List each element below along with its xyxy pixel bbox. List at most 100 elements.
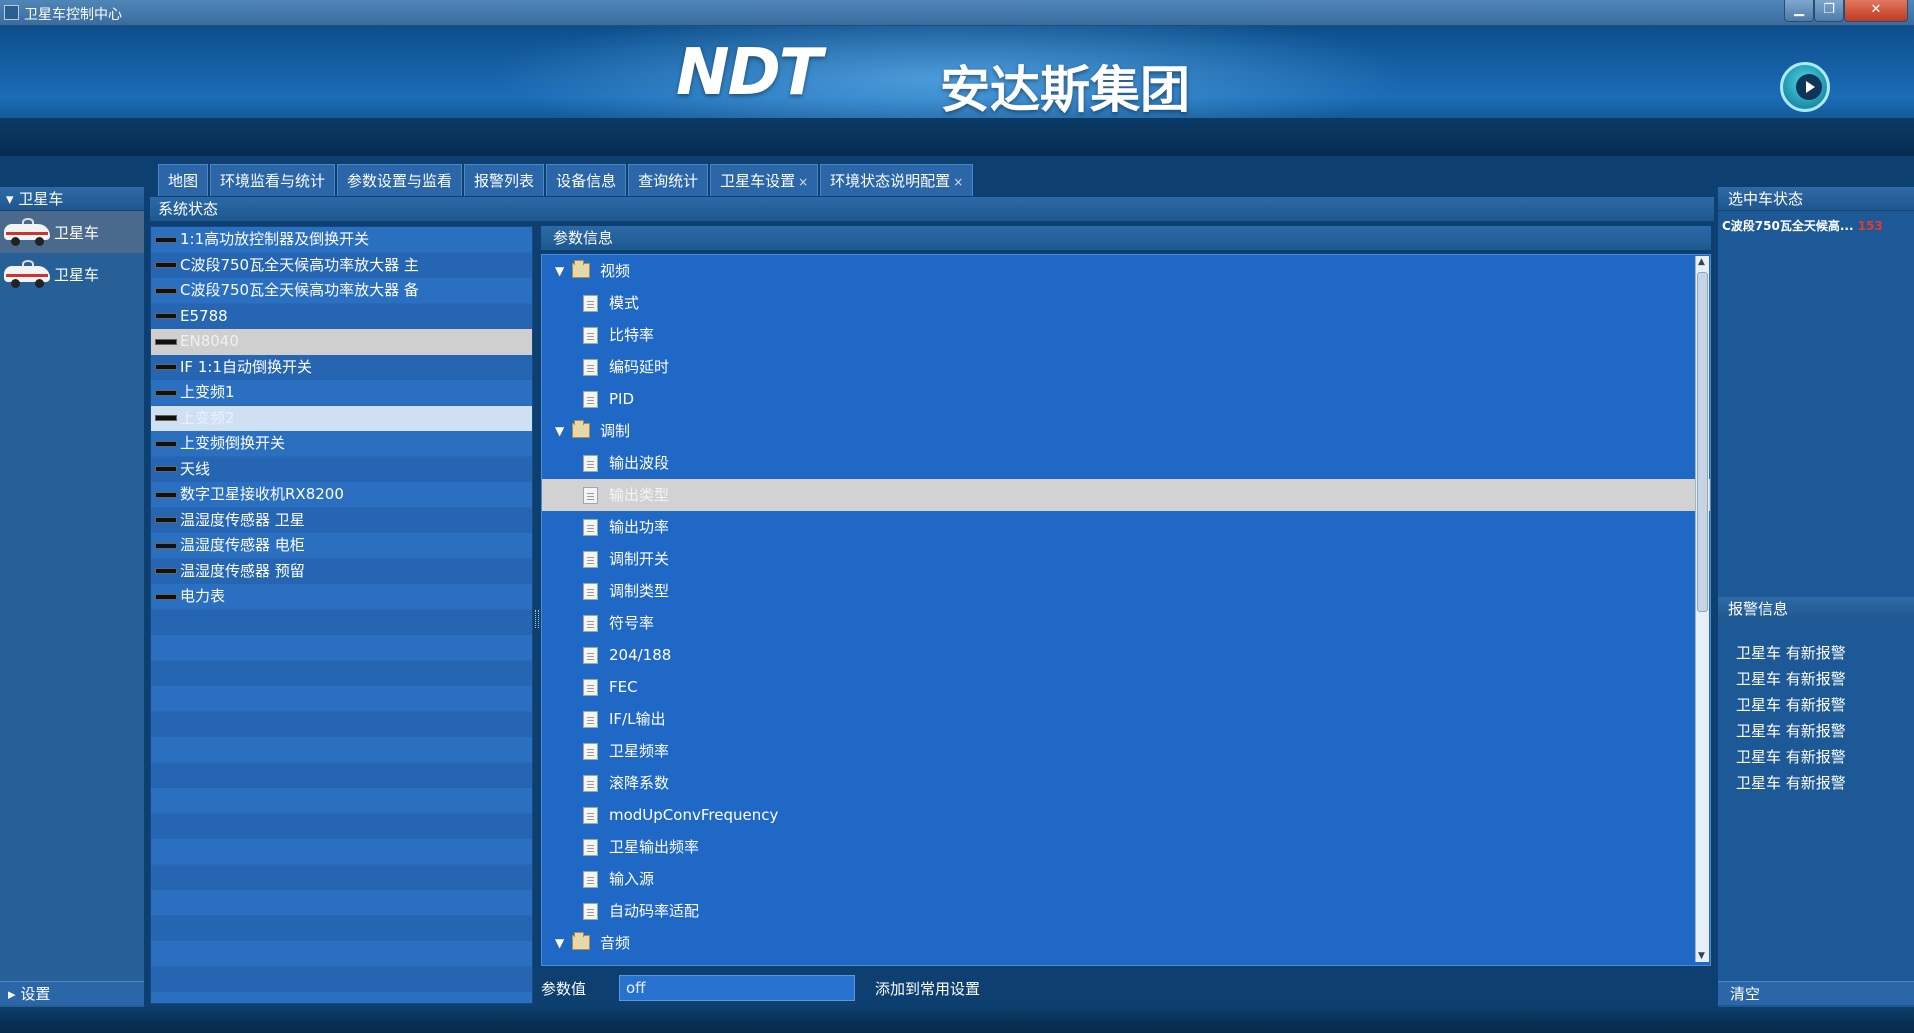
device-icon <box>155 491 177 498</box>
device-icon <box>155 517 177 523</box>
alarm-list: 卫星车 有新报警 卫星车 有新报警 卫星车 有新报警 卫星车 有新报警 卫星车 有新报警… <box>1736 640 1906 796</box>
settings-section-toggle[interactable]: ▸ 设置 <box>0 981 144 1005</box>
selected-status-text: C波段750瓦全天候高... <box>1722 219 1854 233</box>
panel-splitter-handle[interactable] <box>535 610 539 628</box>
close-button[interactable]: ✕ <box>1844 0 1908 22</box>
play-icon[interactable] <box>1780 62 1830 112</box>
tab-label: 参数设置与监看 <box>347 172 453 190</box>
device-item[interactable]: IF 1:1自动倒换开关 <box>151 355 532 381</box>
tab-4[interactable]: 设备信息 <box>546 164 627 196</box>
param-item[interactable]: 自动码率适配 <box>542 895 1710 927</box>
param-item[interactable]: 卫星频率 <box>542 735 1710 767</box>
device-item[interactable]: C波段750瓦全天候高功率放大器 备 <box>151 278 532 304</box>
param-item[interactable]: modUpConvFrequency <box>542 799 1710 831</box>
param-group[interactable]: ▼ 视频 <box>542 255 1710 287</box>
device-item[interactable]: C波段750瓦全天候高功率放大器 主 <box>151 253 532 279</box>
param-tree-scrollbar[interactable]: ▲ ▼ <box>1695 256 1709 962</box>
tab-7[interactable]: 环境状态说明配置 × <box>820 164 974 196</box>
alarm-item[interactable]: 卫星车 有新报警 <box>1736 770 1906 796</box>
device-item[interactable]: E5788 <box>151 304 532 330</box>
scroll-down-icon[interactable]: ▼ <box>1698 951 1705 961</box>
device-item[interactable]: 温湿度传感器 卫星 <box>151 508 532 534</box>
vehicle-panel-header[interactable]: ▾ 卫星车 <box>0 187 144 211</box>
alarm-item[interactable]: 卫星车 有新报警 <box>1736 692 1906 718</box>
param-item[interactable]: 输出类型 <box>542 479 1710 511</box>
param-item[interactable]: 模式 <box>542 287 1710 319</box>
param-item[interactable]: 滚降系数 <box>542 767 1710 799</box>
scrollbar-thumb[interactable] <box>1697 272 1708 612</box>
param-item-label: 卫星输出频率 <box>609 838 700 856</box>
clear-alarms-button[interactable]: 清空 <box>1718 981 1914 1005</box>
selected-status-line[interactable]: C波段750瓦全天候高... 153 <box>1718 211 1914 240</box>
tab-0[interactable]: 地图 <box>158 164 209 196</box>
system-status-title: 系统状态 <box>158 200 219 218</box>
device-item[interactable]: 上变频2 <box>151 405 532 431</box>
alarm-item[interactable]: 卫星车 有新报警 <box>1736 666 1906 692</box>
tab-close-icon[interactable]: × <box>953 175 963 189</box>
alarm-item[interactable]: 卫星车 有新报警 <box>1736 744 1906 770</box>
param-item[interactable]: 输出功率 <box>542 511 1710 543</box>
document-icon <box>583 871 598 888</box>
param-item[interactable]: 204/188 <box>542 639 1710 671</box>
tab-2[interactable]: 参数设置与监看 <box>337 164 463 196</box>
device-label: 温湿度传感器 卫星 <box>180 510 305 529</box>
param-group-label: 音频 <box>600 934 631 952</box>
device-item[interactable]: 上变频1 <box>151 380 532 406</box>
param-item[interactable]: 比特率 <box>542 319 1710 351</box>
document-icon <box>583 615 598 632</box>
param-item[interactable]: 编码延时 <box>542 351 1710 383</box>
vehicle-panel: ▾ 卫星车 卫星车 卫星车 <box>0 187 144 1007</box>
device-item[interactable]: 温湿度传感器 预留 <box>151 559 532 585</box>
tab-6[interactable]: 卫星车设置 × <box>710 164 819 196</box>
device-icon <box>155 415 177 421</box>
alarm-item[interactable]: 卫星车 有新报警 <box>1736 718 1906 744</box>
system-status-bar: 系统状态 <box>150 197 1714 221</box>
device-item[interactable]: EN8040 <box>151 329 532 355</box>
param-item[interactable]: 输出波段 <box>542 447 1710 479</box>
expand-arrow-icon[interactable]: ▼ <box>555 255 564 287</box>
tab-3[interactable]: 报警列表 <box>464 164 545 196</box>
param-item[interactable]: 符号率 <box>542 607 1710 639</box>
tab-5[interactable]: 查询统计 <box>628 164 709 196</box>
vehicle-item[interactable]: 卫星车 <box>0 211 144 253</box>
device-item[interactable]: 天线 <box>151 457 532 483</box>
param-item[interactable]: PID <box>542 383 1710 415</box>
document-icon <box>583 327 598 344</box>
param-item-label: 编码延时 <box>609 358 670 376</box>
tab-close-icon[interactable]: × <box>798 175 808 189</box>
param-item-label: 输入源 <box>609 870 655 888</box>
expand-arrow-icon[interactable]: ▼ <box>555 415 564 447</box>
document-icon <box>583 391 598 408</box>
device-icon <box>155 313 177 319</box>
param-value-input[interactable] <box>619 975 855 1001</box>
param-group[interactable]: ▼ 调制 <box>542 415 1710 447</box>
device-item[interactable]: 1:1高功放控制器及倒换开关 <box>151 227 532 253</box>
param-item[interactable]: 输入源 <box>542 863 1710 895</box>
tab-1[interactable]: 环境监看与统计 <box>210 164 336 196</box>
param-item[interactable]: 卫星输出频率 <box>542 831 1710 863</box>
vehicle-item[interactable]: 卫星车 <box>0 253 144 295</box>
device-item[interactable]: 数字卫星接收机RX8200 <box>151 482 532 508</box>
param-item-label: 输出类型 <box>609 486 670 504</box>
selected-vehicle-header: 选中车状态 <box>1718 187 1914 211</box>
param-item-label: 调制开关 <box>609 550 670 568</box>
device-item[interactable]: 上变频倒换开关 <box>151 431 532 457</box>
param-group[interactable]: ▼ 音频 <box>542 927 1710 959</box>
param-item[interactable]: IF/L输出 <box>542 703 1710 735</box>
document-icon <box>583 551 598 568</box>
device-label: E5788 <box>180 306 228 325</box>
param-item[interactable]: 调制类型 <box>542 575 1710 607</box>
minimize-button[interactable]: ▁ <box>1784 0 1814 22</box>
device-item[interactable]: 电力表 <box>151 584 532 610</box>
add-to-favorites-button[interactable]: 添加到常用设置 <box>875 978 980 999</box>
maximize-button[interactable]: ❐ <box>1814 0 1844 22</box>
param-item[interactable]: FEC <box>542 671 1710 703</box>
device-item[interactable]: 温湿度传感器 电柜 <box>151 533 532 559</box>
expand-arrow-icon[interactable]: ▼ <box>555 927 564 959</box>
device-icon <box>155 389 177 396</box>
param-item[interactable]: 调制开关 <box>542 543 1710 575</box>
scroll-up-icon[interactable]: ▲ <box>1698 257 1705 267</box>
tab-label: 查询统计 <box>638 172 699 190</box>
alarm-item[interactable]: 卫星车 有新报警 <box>1736 640 1906 666</box>
app-icon <box>4 5 19 20</box>
